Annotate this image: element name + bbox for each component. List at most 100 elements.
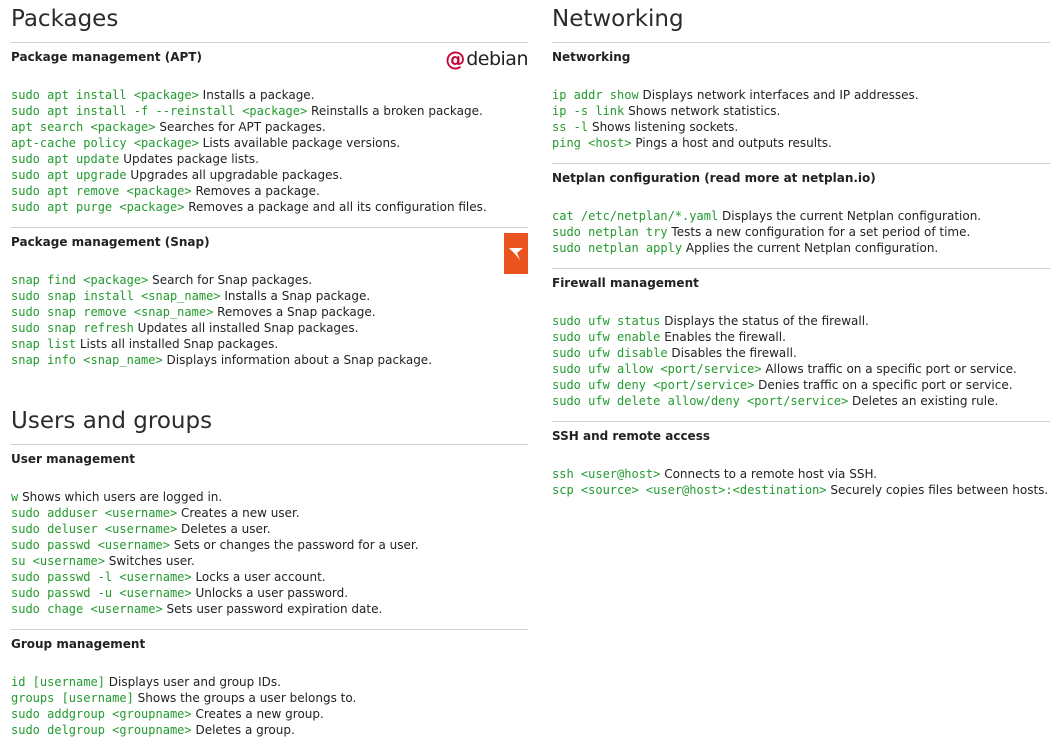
command-description: Installs a Snap package.	[224, 289, 371, 303]
command-description: Displays user and group IDs.	[108, 675, 281, 689]
subsection-user-management: User management w Shows which users are …	[11, 445, 528, 629]
command-list: snap find <package> Search for Snap pack…	[11, 272, 528, 380]
command-text: sudo passwd -u <username>	[11, 586, 192, 600]
command-text: scp <source> <user@host>:<destination>	[552, 483, 827, 497]
command-text: apt-cache policy <package>	[11, 136, 199, 150]
command-row: snap find <package> Search for Snap pack…	[11, 272, 528, 288]
subsection-title-networking: Networking	[552, 50, 631, 64]
command-row: groups [username] Shows the groups a use…	[11, 690, 528, 706]
command-row: sudo addgroup <groupname> Creates a new …	[11, 706, 528, 722]
command-row: sudo apt remove <package> Removes a pack…	[11, 183, 528, 199]
command-description: Deletes a user.	[181, 522, 271, 536]
command-description: Removes a Snap package.	[217, 305, 376, 319]
command-text: sudo snap remove <snap_name>	[11, 305, 214, 319]
command-description: Enables the firewall.	[664, 330, 786, 344]
command-text: sudo ufw delete allow/deny <port/service…	[552, 394, 849, 408]
command-description: Sets or changes the password for a user.	[173, 538, 419, 552]
command-description: Search for Snap packages.	[152, 273, 313, 287]
subsection-title-user-management: User management	[11, 452, 136, 466]
subsection-snap: Package management (Snap) snap find <pac…	[11, 227, 528, 380]
command-text: groups [username]	[11, 691, 134, 705]
command-description: Updates package lists.	[123, 152, 259, 166]
subsection-title-firewall: Firewall management	[552, 276, 699, 290]
command-description: Sets user password expiration date.	[166, 602, 383, 616]
command-list: ip addr show Displays network interfaces…	[552, 87, 1050, 163]
command-description: Removes a package.	[195, 184, 320, 198]
section-title-users: Users and groups	[11, 402, 528, 445]
command-row: sudo chage <username> Sets user password…	[11, 601, 528, 617]
command-description: Applies the current Netplan configuratio…	[685, 241, 939, 255]
command-description: Locks a user account.	[195, 570, 326, 584]
command-row: sudo apt upgrade Upgrades all upgradable…	[11, 167, 528, 183]
command-row: sudo passwd <username> Sets or changes t…	[11, 537, 528, 553]
command-row: sudo ufw status Displays the status of t…	[552, 313, 1050, 329]
command-text: sudo delgroup <groupname>	[11, 723, 192, 737]
command-row: sudo netplan apply Applies the current N…	[552, 240, 1050, 256]
command-row: sudo ufw deny <port/service> Denies traf…	[552, 377, 1050, 393]
command-text: ping <host>	[552, 136, 632, 150]
command-text: w	[11, 490, 19, 504]
command-text: sudo apt upgrade	[11, 168, 127, 182]
command-list: cat /etc/netplan/*.yaml Displays the cur…	[552, 208, 1050, 268]
command-row: id [username] Displays user and group ID…	[11, 674, 528, 690]
command-row: sudo passwd -l <username> Locks a user a…	[11, 569, 528, 585]
subsection-title-netplan: Netplan configuration (read more at netp…	[552, 171, 876, 185]
command-text: snap find <package>	[11, 273, 149, 287]
command-text: ssh <user@host>	[552, 467, 661, 481]
command-description: Reinstalls a broken package.	[311, 104, 483, 118]
command-description: Tests a new configuration for a set peri…	[671, 225, 971, 239]
command-description: Searches for APT packages.	[159, 120, 326, 134]
subsection-title-snap: Package management (Snap)	[11, 235, 210, 249]
snap-logo-icon	[504, 233, 528, 274]
section-title-packages: Packages	[11, 0, 528, 43]
command-list: ssh <user@host> Connects to a remote hos…	[552, 466, 1050, 510]
command-row: scp <source> <user@host>:<destination> S…	[552, 482, 1050, 498]
command-text: sudo ufw deny <port/service>	[552, 378, 755, 392]
command-description: Disables the firewall.	[671, 346, 797, 360]
command-row: sudo apt update Updates package lists.	[11, 151, 528, 167]
command-list: sudo ufw status Displays the status of t…	[552, 313, 1050, 421]
command-description: Unlocks a user password.	[195, 586, 349, 600]
command-text: sudo ufw allow <port/service>	[552, 362, 762, 376]
command-row: sudo deluser <username> Deletes a user.	[11, 521, 528, 537]
command-description: Displays the status of the firewall.	[664, 314, 869, 328]
command-text: cat /etc/netplan/*.yaml	[552, 209, 719, 223]
command-row: sudo adduser <username> Creates a new us…	[11, 505, 528, 521]
command-text: snap info <snap_name>	[11, 353, 163, 367]
command-list: w Shows which users are logged in. sudo a…	[11, 489, 528, 629]
command-description: Connects to a remote host via SSH.	[664, 467, 878, 481]
command-row: sudo snap remove <snap_name> Removes a S…	[11, 304, 528, 320]
command-row: cat /etc/netplan/*.yaml Displays the cur…	[552, 208, 1050, 224]
command-row: sudo ufw delete allow/deny <port/service…	[552, 393, 1050, 409]
command-description: Pings a host and outputs results.	[635, 136, 832, 150]
command-row: sudo apt install <package> Installs a pa…	[11, 87, 528, 103]
command-description: Displays information about a Snap packag…	[166, 353, 433, 367]
command-text: sudo ufw disable	[552, 346, 668, 360]
command-text: sudo apt update	[11, 152, 120, 166]
command-row: sudo ufw enable Enables the firewall.	[552, 329, 1050, 345]
command-text: apt search <package>	[11, 120, 156, 134]
command-row: ip addr show Displays network interfaces…	[552, 87, 1050, 103]
command-text: sudo apt install <package>	[11, 88, 199, 102]
command-row: snap info <snap_name> Displays informati…	[11, 352, 528, 368]
debian-logo: @ debian	[445, 47, 528, 71]
command-row: sudo delgroup <groupname> Deletes a grou…	[11, 722, 528, 738]
command-text: sudo snap refresh	[11, 321, 134, 335]
command-row: su <username> Switches user.	[11, 553, 528, 569]
command-description: Removes a package and all its configurat…	[188, 200, 487, 214]
command-description: Shows the groups a user belongs to.	[137, 691, 357, 705]
subsection-networking: Networking ip addr show Displays network…	[552, 43, 1050, 163]
command-description: Installs a package.	[202, 88, 315, 102]
command-text: ss -l	[552, 120, 589, 134]
command-text: id [username]	[11, 675, 105, 689]
command-description: Updates all installed Snap packages.	[137, 321, 359, 335]
command-description: Lists all installed Snap packages.	[79, 337, 279, 351]
command-description: Shows which users are logged in.	[22, 490, 223, 504]
command-text: sudo apt purge <package>	[11, 200, 185, 214]
command-description: Deletes an existing rule.	[852, 394, 999, 408]
subsection-netplan: Netplan configuration (read more at netp…	[552, 163, 1050, 268]
command-row: sudo apt install -f --reinstall <package…	[11, 103, 528, 119]
command-description: Deletes a group.	[195, 723, 295, 737]
subsection-ssh: SSH and remote access ssh <user@host> Co…	[552, 421, 1050, 510]
command-row: ssh <user@host> Connects to a remote hos…	[552, 466, 1050, 482]
